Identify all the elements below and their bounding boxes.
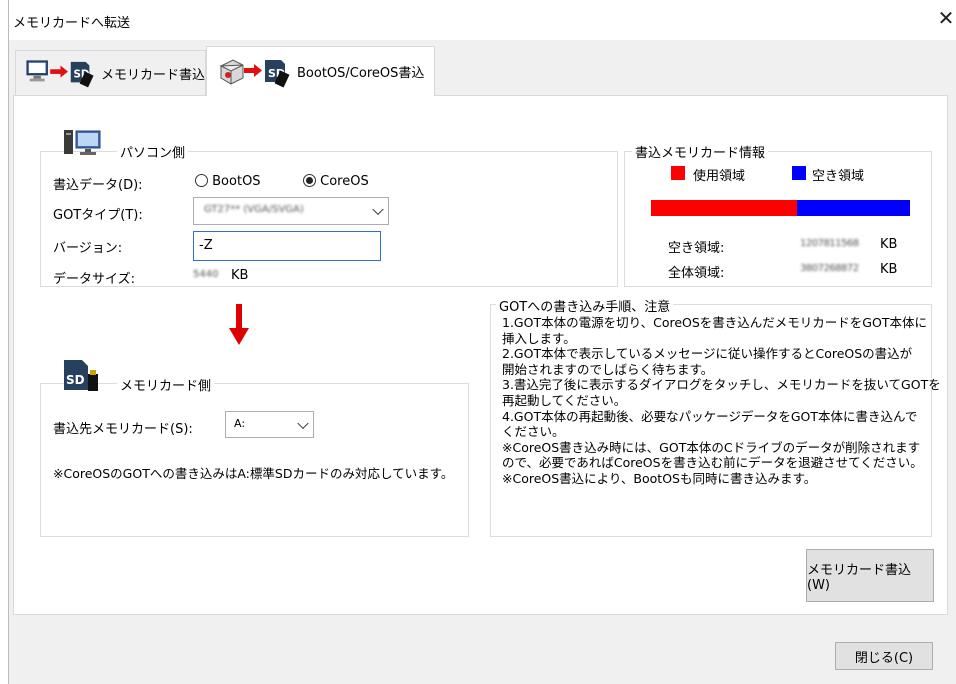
radio-coreos[interactable]: CoreOS xyxy=(303,174,369,189)
tab-label: BootOS/CoreOS書込 xyxy=(297,66,425,81)
free-space-unit: KB xyxy=(880,237,898,252)
got-type-select[interactable]: GT27** (VGA/SVGA) xyxy=(193,197,389,225)
card-side-group xyxy=(40,383,469,537)
pc-side-title: パソコン側 xyxy=(117,142,189,161)
card-info-title: 書込メモリカード情報 xyxy=(632,142,769,161)
close-button[interactable]: 閉じる(C) xyxy=(835,642,933,670)
radio-bootos[interactable]: BootOS xyxy=(195,174,261,189)
usage-bar-used xyxy=(651,200,798,216)
window-title: メモリカードへ転送 xyxy=(13,16,131,31)
computer-icon xyxy=(64,130,101,155)
radio-button-selected[interactable] xyxy=(303,174,316,187)
data-size-value: 5440 xyxy=(193,269,219,280)
data-size-unit: KB xyxy=(231,268,249,283)
got-type-value: GT27** (VGA/SVGA) xyxy=(204,204,304,215)
destination-card-select[interactable]: A: xyxy=(225,411,314,438)
arrow-down-icon xyxy=(229,304,249,345)
procedure-line: 再起動してください。 xyxy=(502,392,627,408)
total-space-unit: KB xyxy=(880,262,898,277)
destination-card-label: 書込先メモリカード(S): xyxy=(53,422,193,437)
destination-card-value: A: xyxy=(234,417,246,430)
procedure-title: GOTへの書き込み手順、注意 xyxy=(496,296,674,315)
used-legend-label: 使用領域 xyxy=(693,169,746,184)
chevron-down-icon xyxy=(297,417,309,429)
procedure-line: 挿入します。 xyxy=(502,330,576,346)
coreos-note: ※CoreOSのGOTへの書き込みはA:標準SDカードのみ対応しています。 xyxy=(53,466,454,481)
tab-label: メモリカード書込 xyxy=(100,67,205,83)
procedure-line: ※CoreOS書き込み時には、GOT本体のCドライブのデータが削除されます xyxy=(502,439,921,455)
card-side-title: メモリカード側 xyxy=(117,375,215,394)
svg-text:SD: SD xyxy=(66,373,85,387)
radio-button[interactable] xyxy=(195,174,208,187)
procedure-line: 1.GOT本体の電源を切り、CoreOSを書き込んだメモリカードをGOT本体に xyxy=(502,315,927,330)
procedure-line: 4.GOT本体の再起動後、必要なパッケージデータをGOT本体に書き込んで xyxy=(502,408,918,424)
sd-card-icon: SD xyxy=(64,360,98,391)
pc-to-sd-icon: SD xyxy=(26,60,94,88)
close-icon[interactable]: ✕ xyxy=(936,6,956,30)
version-label: バージョン: xyxy=(53,241,123,256)
version-field[interactable]: -Z xyxy=(193,231,381,261)
tab-bootos-coreos-write[interactable]: SD BootOS/CoreOS書込 xyxy=(206,46,435,96)
total-space-value: 3807268872 xyxy=(800,263,859,274)
radio-coreos-label: CoreOS xyxy=(320,174,369,189)
data-size-label: データサイズ: xyxy=(53,272,135,287)
write-data-label: 書込データ(D): xyxy=(53,178,143,193)
tab-memory-card-write[interactable]: SD メモリカード書込 xyxy=(15,50,206,95)
free-space-label: 空き領域: xyxy=(668,241,725,256)
procedure-line: 3.書込完了後に表示するダイアログをタッチし、メモリカードを抜いてGOTを xyxy=(502,377,941,393)
free-legend-swatch xyxy=(792,166,806,180)
procedure-line: ※CoreOS書込により、BootOSも同時に書き込みます。 xyxy=(502,470,817,486)
procedure-line: ので、必要であればCoreOSを書き込む前にデータを退避させてください。 xyxy=(502,455,923,471)
procedure-text: 1.GOT本体の電源を切り、CoreOSを書き込んだメモリカードをGOT本体に … xyxy=(502,315,941,487)
procedure-line: 開始されますのでしばらく待ちます。 xyxy=(502,361,714,377)
got-to-sd-icon: SD xyxy=(219,58,290,87)
memory-card-write-button[interactable]: メモリカード書込(W) xyxy=(806,549,934,602)
usage-bar xyxy=(651,200,910,216)
total-space-label: 全体領域: xyxy=(668,266,725,281)
chevron-down-icon xyxy=(372,203,384,216)
radio-bootos-label: BootOS xyxy=(212,174,261,189)
free-space-value: 1207811568 xyxy=(800,238,859,249)
free-legend-label: 空き領域 xyxy=(812,169,865,184)
procedure-line: 2.GOT本体で表示しているメッセージに従い操作するとCoreOSの書込が xyxy=(502,346,913,362)
procedure-line: ください。 xyxy=(502,424,565,440)
got-type-label: GOTタイプ(T): xyxy=(53,208,143,223)
used-legend-swatch xyxy=(671,166,685,180)
title-bar xyxy=(9,0,956,40)
